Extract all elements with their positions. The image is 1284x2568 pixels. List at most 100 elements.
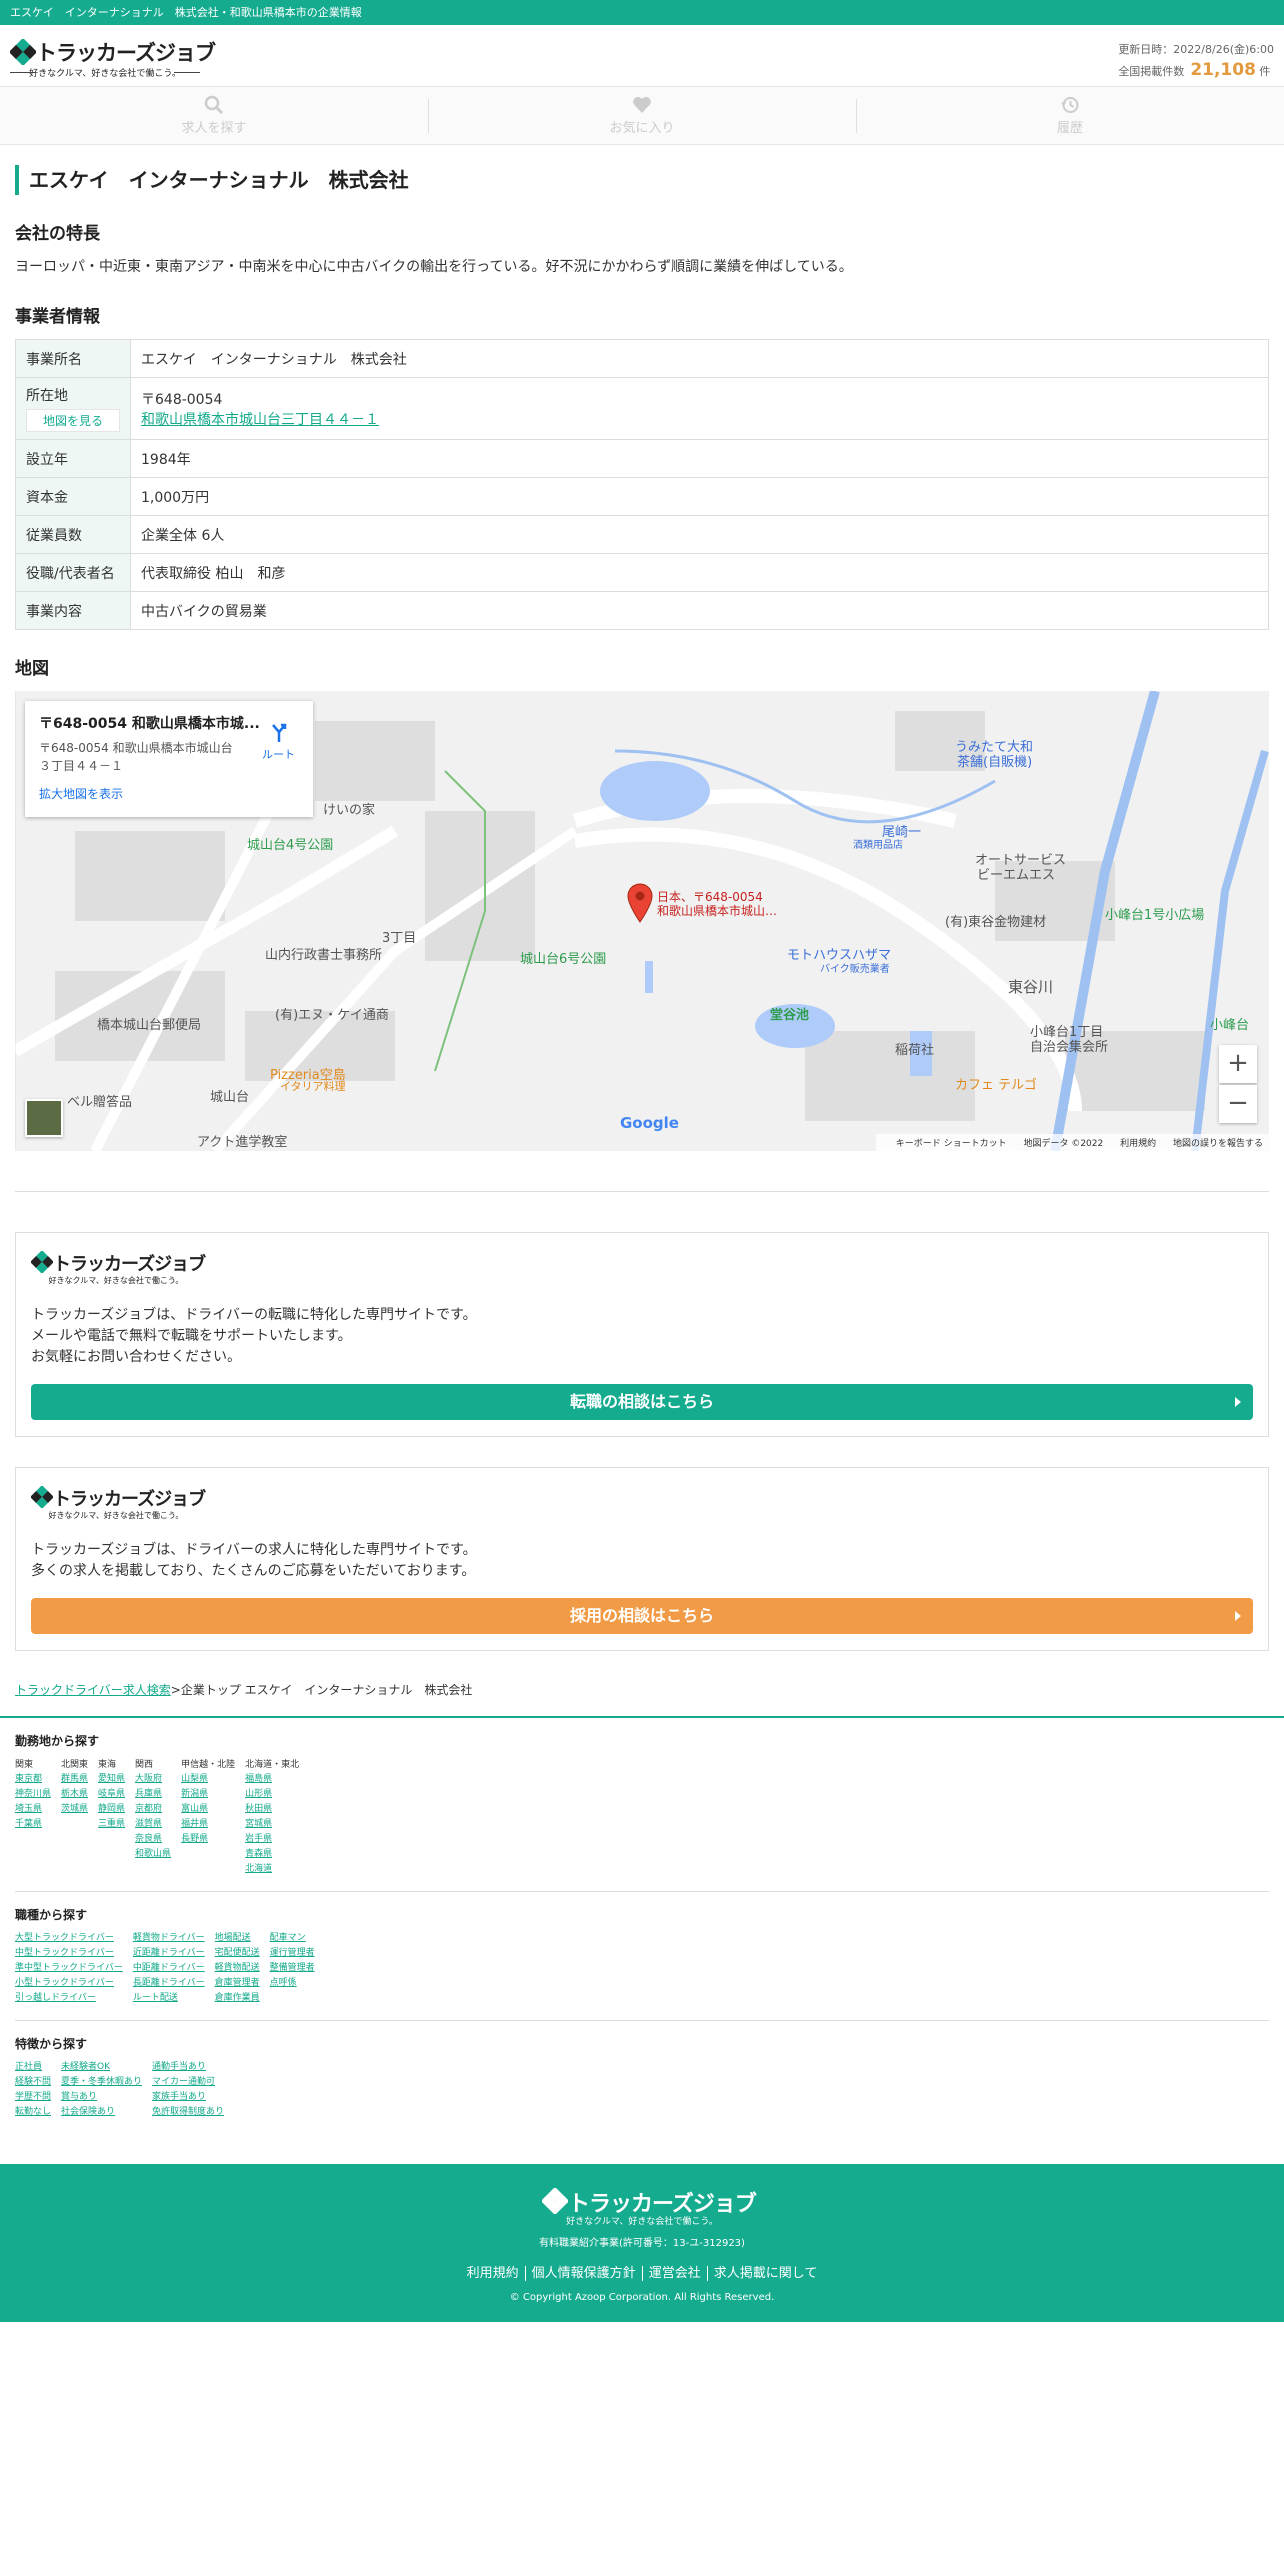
breadcrumb-separator: > bbox=[170, 1683, 181, 1698]
prefecture-link[interactable]: 神奈川県 bbox=[15, 1787, 51, 1802]
footer-link-listing[interactable]: 求人掲載に関して bbox=[706, 2266, 824, 2282]
feature-link[interactable]: 通勤手当あり bbox=[152, 2060, 224, 2075]
directions-icon bbox=[271, 724, 286, 743]
prefecture-link[interactable]: 大阪府 bbox=[135, 1772, 171, 1787]
prefecture-link[interactable]: 岩手県 bbox=[245, 1832, 299, 1847]
job-type-link[interactable]: 倉庫管理者 bbox=[215, 1976, 260, 1991]
job-type-link[interactable]: 倉庫作業員 bbox=[215, 1991, 260, 2006]
prefecture-link[interactable]: 北海道 bbox=[245, 1862, 299, 1877]
job-type-link[interactable]: 引っ越しドライバー bbox=[15, 1991, 123, 2006]
job-type-link[interactable]: 長距離ドライバー bbox=[133, 1976, 205, 1991]
prefecture-link[interactable]: 和歌山県 bbox=[135, 1847, 171, 1862]
footer-link-company[interactable]: 運営会社 bbox=[641, 2266, 707, 2282]
map-label: (有)東谷金物建材 bbox=[945, 915, 1047, 931]
prefecture-link[interactable]: 静岡県 bbox=[98, 1802, 125, 1817]
prefecture-link[interactable]: 宮城県 bbox=[245, 1817, 299, 1832]
job-type-link[interactable]: 準中型トラックドライバー bbox=[15, 1961, 123, 1976]
nav-search-label: 求人を探す bbox=[181, 121, 247, 136]
keyboard-shortcuts-link[interactable]: キーボード ショートカット bbox=[896, 1139, 1007, 1149]
prefecture-link[interactable]: 東京都 bbox=[15, 1772, 51, 1787]
job-type-link[interactable]: 小型トラックドライバー bbox=[15, 1976, 123, 1991]
job-type-link[interactable]: 配車マン bbox=[270, 1931, 315, 1946]
embedded-map[interactable]: けいの家 城山台4号公園 山内行政書士事務所 3丁目 城山台6号公園 (有)エヌ… bbox=[15, 691, 1269, 1152]
map-label: (有)エヌ・ケイ通商 bbox=[275, 1008, 389, 1024]
nav-history[interactable]: 履歴 bbox=[856, 87, 1284, 144]
route-button[interactable]: ルート bbox=[262, 721, 295, 762]
feature-link[interactable]: 家族手当あり bbox=[152, 2090, 224, 2105]
job-type-link[interactable]: 軽貨物ドライバー bbox=[133, 1931, 205, 1946]
nav-search[interactable]: 求人を探す bbox=[0, 87, 428, 144]
region-name: 北関東 bbox=[61, 1760, 89, 1771]
map-card-address: 〒648-0054 和歌山県橋本市城山台３丁目４４－１ bbox=[39, 741, 233, 774]
job-type-link[interactable]: 運行管理者 bbox=[270, 1946, 315, 1961]
map-report-link[interactable]: 地図の誤りを報告する bbox=[1173, 1139, 1263, 1149]
region-name: 関西 bbox=[135, 1760, 154, 1771]
job-type-link[interactable]: 軽貨物配送 bbox=[215, 1961, 260, 1976]
nav-favorite[interactable]: お気に入り bbox=[428, 87, 856, 144]
prefecture-link[interactable]: 埼玉県 bbox=[15, 1802, 51, 1817]
site-logo[interactable]: トラッカーズジョブ 好きなクルマ、好きな会社で働こう。 bbox=[10, 35, 216, 79]
prefecture-link[interactable]: 三重県 bbox=[98, 1817, 125, 1832]
job-type-link[interactable]: 中型トラックドライバー bbox=[15, 1946, 123, 1961]
prefecture-link[interactable]: 栃木県 bbox=[61, 1787, 88, 1802]
feature-link[interactable]: 賞与あり bbox=[61, 2090, 142, 2105]
job-search-section: 職種から探す 大型トラックドライバー 中型トラックドライバー 準中型トラックドライバ… bbox=[15, 1906, 1269, 2022]
satellite-toggle[interactable] bbox=[25, 1099, 63, 1138]
zoom-out-button[interactable]: − bbox=[1219, 1085, 1257, 1124]
address-link[interactable]: 和歌山県橋本市城山台三丁目４４－１ bbox=[141, 412, 379, 428]
prefecture-link[interactable]: 新潟県 bbox=[181, 1787, 235, 1802]
breadcrumb-root-link[interactable]: トラックドライバー求人検索 bbox=[15, 1683, 171, 1697]
prefecture-link[interactable]: 京都府 bbox=[135, 1802, 171, 1817]
map-label: 3丁目 bbox=[382, 931, 417, 947]
job-type-link[interactable]: 整備管理者 bbox=[270, 1961, 315, 1976]
breadcrumb: トラックドライバー求人検索>企業トップ エスケイ インターナショナル 株式会社 bbox=[15, 1681, 1269, 1698]
map-terms-link[interactable]: 利用規約 bbox=[1120, 1139, 1156, 1149]
prefecture-link[interactable]: 愛知県 bbox=[98, 1772, 125, 1787]
prefecture-link[interactable]: 山形県 bbox=[245, 1787, 299, 1802]
map-label: イタリア料理 bbox=[280, 1080, 346, 1094]
career-consult-button[interactable]: 転職の相談はこちら bbox=[31, 1384, 1253, 1421]
feature-link[interactable]: 学歴不問 bbox=[15, 2090, 51, 2105]
zoom-in-button[interactable]: + bbox=[1219, 1045, 1257, 1084]
map-label: 小峰台1号小広場 bbox=[1105, 908, 1205, 924]
prefecture-link[interactable]: 兵庫県 bbox=[135, 1787, 171, 1802]
job-type-link[interactable]: 点呼係 bbox=[270, 1976, 315, 1991]
job-type-link[interactable]: 大型トラックドライバー bbox=[15, 1931, 123, 1946]
prefecture-link[interactable]: 福島県 bbox=[245, 1772, 299, 1787]
area-search-section: 勤務地から探す 関東 東京都 神奈川県 埼玉県 千葉県 北関東 群馬県 栃木県 茨城県 東海 愛知県… bbox=[15, 1732, 1269, 1893]
prefecture-link[interactable]: 茨城県 bbox=[61, 1802, 88, 1817]
prefecture-link[interactable]: 奈良県 bbox=[135, 1832, 171, 1847]
logo-diamond-icon bbox=[542, 2188, 568, 2215]
footer-link-terms[interactable]: 利用規約 bbox=[461, 2266, 525, 2281]
prefecture-link[interactable]: 秋田県 bbox=[245, 1802, 299, 1817]
footer-logo[interactable]: トラッカーズジョブ 好きなクルマ、好きな会社で働こう。 bbox=[542, 2186, 757, 2227]
prefecture-link[interactable]: 長野県 bbox=[181, 1832, 235, 1847]
job-type-link[interactable]: ルート配送 bbox=[133, 1991, 205, 2006]
feature-link[interactable]: 未経験者OK bbox=[61, 2060, 142, 2075]
prefecture-link[interactable]: 青森県 bbox=[245, 1847, 299, 1862]
feature-link[interactable]: 経験不問 bbox=[15, 2075, 51, 2090]
feature-link[interactable]: マイカー通勤可 bbox=[152, 2075, 224, 2090]
footer-link-privacy[interactable]: 個人情報保護方針 bbox=[524, 2266, 642, 2282]
prefecture-link[interactable]: 岐阜県 bbox=[98, 1787, 125, 1802]
feature-link[interactable]: 免許取得制度あり bbox=[152, 2105, 224, 2120]
prefecture-link[interactable]: 滋賀県 bbox=[135, 1817, 171, 1832]
job-type-link[interactable]: 地場配送 bbox=[215, 1931, 260, 1946]
recruit-consult-button[interactable]: 採用の相談はこちら bbox=[31, 1598, 1253, 1635]
info-row: 設立年 1984年 bbox=[15, 439, 1269, 479]
prefecture-link[interactable]: 千葉県 bbox=[15, 1817, 51, 1832]
prefecture-link[interactable]: 山梨県 bbox=[181, 1772, 235, 1787]
job-type-link[interactable]: 宅配便配送 bbox=[215, 1946, 260, 1961]
feature-link[interactable]: 夏季・冬季休暇あり bbox=[61, 2075, 142, 2090]
feature-link[interactable]: 正社員 bbox=[15, 2060, 51, 2075]
enlarge-map-link[interactable]: 拡大地図を表示 bbox=[39, 785, 299, 802]
prefecture-link[interactable]: 群馬県 bbox=[61, 1772, 88, 1787]
feature-link[interactable]: 社会保険あり bbox=[61, 2105, 142, 2120]
prefecture-link[interactable]: 富山県 bbox=[181, 1802, 235, 1817]
feature-link[interactable]: 転勤なし bbox=[15, 2105, 51, 2120]
job-type-link[interactable]: 中距離ドライバー bbox=[133, 1961, 205, 1976]
job-type-link[interactable]: 近距離ドライバー bbox=[133, 1946, 205, 1961]
job-search-heading: 職種から探す bbox=[15, 1908, 88, 1923]
prefecture-link[interactable]: 福井県 bbox=[181, 1817, 235, 1832]
map-view-button[interactable]: 地図を見る bbox=[26, 409, 120, 433]
